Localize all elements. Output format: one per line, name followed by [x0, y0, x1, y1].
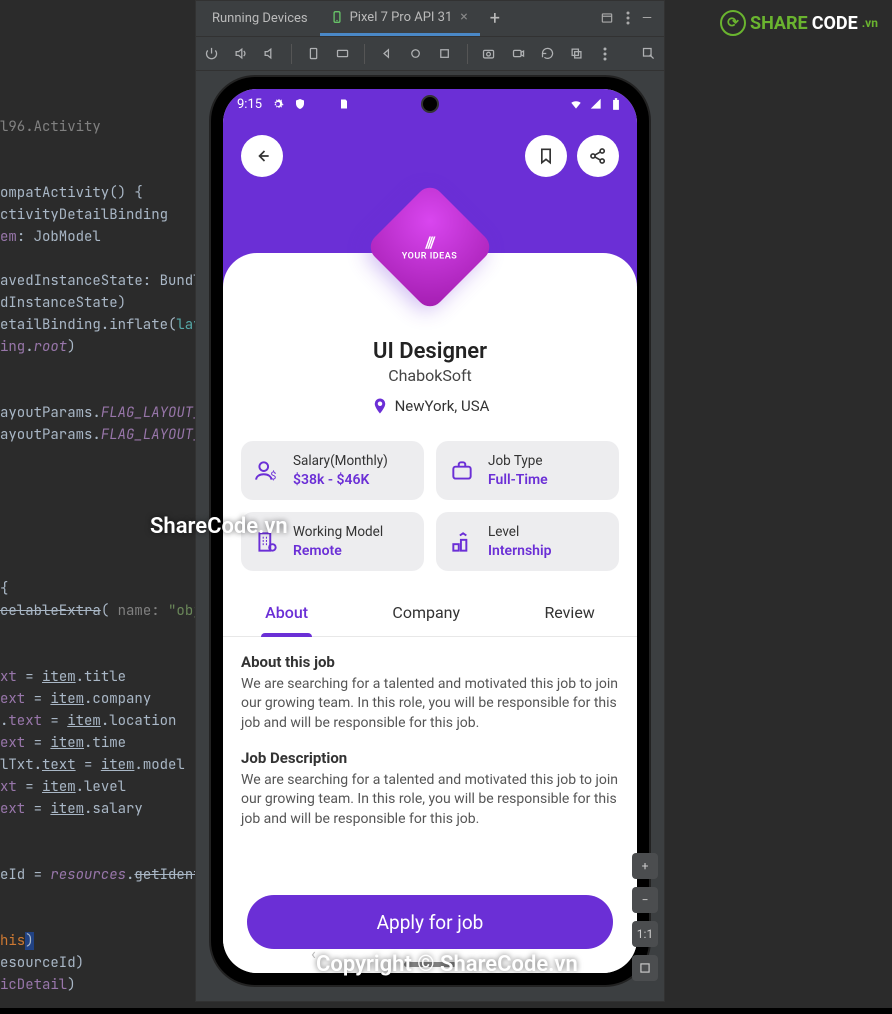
rotate-left-icon[interactable] [306, 46, 321, 62]
briefcase-icon [449, 458, 475, 484]
level-icon [449, 529, 475, 555]
share-icon [588, 146, 608, 166]
panel-tabbar: Running Devices Pixel 7 Pro API 31 × + — [196, 1, 664, 37]
about-heading: About this job [241, 653, 619, 671]
desc-body: We are searching for a talented and moti… [241, 771, 619, 829]
panel-title: Running Devices [202, 11, 318, 26]
snapshot-back-icon[interactable] [540, 46, 555, 62]
signal-icon [589, 97, 603, 111]
emulator-toolbar [196, 37, 664, 71]
gear-icon [272, 98, 284, 110]
record-icon[interactable] [511, 46, 526, 62]
download-icon [316, 98, 328, 110]
power-icon[interactable] [204, 46, 219, 62]
tab-review[interactable]: Review [540, 595, 598, 636]
tab-company[interactable]: Company [388, 595, 464, 636]
zoom-in-button[interactable]: + [632, 853, 658, 879]
pin-icon [371, 395, 389, 417]
more-icon[interactable] [626, 11, 630, 25]
company-name: ChabokSoft [223, 366, 637, 385]
camera-notch [421, 95, 439, 113]
arrow-left-icon [252, 146, 272, 166]
phone-screen: 9:15 [223, 89, 637, 973]
zoom-ratio-button[interactable]: 1:1 [632, 921, 658, 947]
volume-up-icon[interactable] [233, 46, 248, 62]
about-body: We are searching for a talented and moti… [241, 675, 619, 733]
device-tab[interactable]: Pixel 7 Pro API 31 × [320, 1, 480, 36]
screenshot-icon[interactable] [481, 46, 496, 62]
system-back-icon[interactable]: ‹ [311, 944, 316, 963]
desc-heading: Job Description [241, 749, 619, 767]
zoom-out-button[interactable]: − [632, 887, 658, 913]
job-location: NewYork, USA [223, 395, 637, 417]
editor-code-background: l96.Activity ompatActivity() { ctivityDe… [0, 0, 200, 1014]
running-devices-panel: Running Devices Pixel 7 Pro API 31 × + — [195, 0, 665, 1002]
detail-tabs: About Company Review [223, 581, 637, 637]
level-card: Level Internship [436, 512, 619, 571]
window-icon[interactable] [600, 11, 614, 25]
salary-card: $ Salary(Monthly) $38k - $46K [241, 441, 424, 500]
device-tab-label: Pixel 7 Pro API 31 [350, 10, 453, 25]
phone-stage: 9:15 [196, 71, 664, 1001]
gesture-bar [404, 962, 456, 967]
toolbar-more-icon[interactable] [598, 46, 613, 62]
nav-overview-icon[interactable] [437, 46, 452, 62]
model-card: Working Model Remote [241, 512, 424, 571]
building-icon [254, 529, 280, 555]
phone-icon [330, 10, 344, 24]
bookmark-button[interactable] [525, 135, 567, 177]
company-logo: /// YOUR IDEAS [384, 201, 476, 293]
inspector-icon[interactable] [641, 46, 656, 62]
battery-icon [609, 97, 623, 111]
status-time: 9:15 [237, 97, 262, 112]
snapshot-layers-icon[interactable] [569, 46, 584, 62]
minimize-icon[interactable]: — [642, 11, 652, 26]
sharecode-logo: ⟳ SHARECODE.vn [720, 10, 878, 36]
nav-back-icon[interactable] [379, 46, 394, 62]
zoom-controls: + − 1:1 [632, 853, 658, 981]
nav-home-icon[interactable] [408, 46, 423, 62]
apply-button[interactable]: Apply for job [247, 895, 613, 949]
about-content: About this job We are searching for a ta… [223, 637, 637, 829]
jobtype-card: Job Type Full-Time [436, 441, 619, 500]
volume-down-icon[interactable] [262, 46, 277, 62]
rotate-right-icon[interactable] [335, 46, 350, 62]
phone-frame: 9:15 [211, 77, 649, 985]
bottom-bar [0, 1008, 892, 1014]
sim-icon [338, 98, 350, 110]
detail-sheet: UI Designer ChabokSoft NewYork, USA $ Sa… [223, 253, 637, 973]
shield-icon [294, 98, 306, 110]
zoom-fit-button[interactable] [632, 955, 658, 981]
tab-about[interactable]: About [261, 595, 312, 636]
back-button[interactable] [241, 135, 283, 177]
wifi-icon [569, 97, 583, 111]
add-tab-button[interactable]: + [482, 8, 508, 29]
close-icon[interactable]: × [458, 9, 469, 25]
salary-icon: $ [254, 458, 280, 484]
bookmark-icon [536, 146, 556, 166]
svg-text:$: $ [270, 469, 276, 482]
job-title: UI Designer [223, 339, 637, 364]
share-button[interactable] [577, 135, 619, 177]
